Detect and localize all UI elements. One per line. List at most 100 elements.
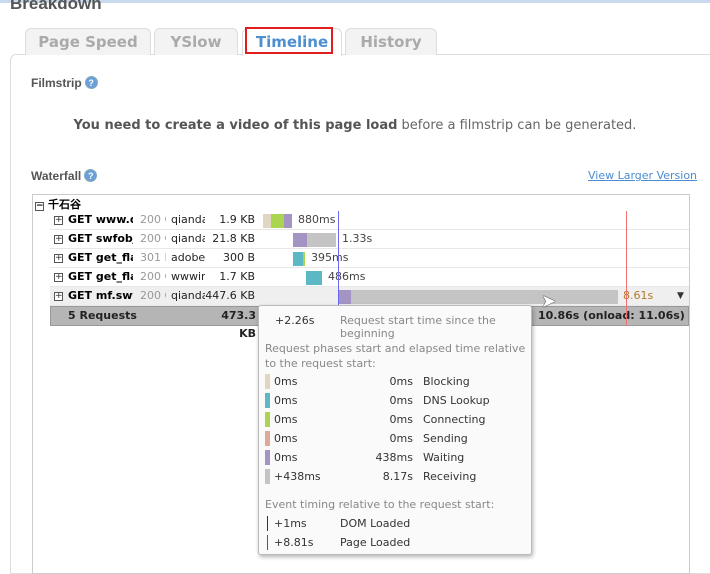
table-row[interactable]: + GET get_flashplayer 301 Moved adobe.co… [50,249,689,268]
page-title: Breakdown [10,0,102,13]
phase-start: +438ms [274,470,321,483]
request-size: 447.6 KB [205,289,255,302]
waiting-bar [339,290,351,304]
request-time: 486ms [328,270,366,283]
color-swatch [265,431,270,446]
request-url: GET get_flashplayer [68,270,133,283]
table-row[interactable]: + GET www.qiandarentaskmf 200 OK qiandar… [50,211,689,230]
tab-history[interactable]: History [345,28,437,55]
filmstrip-heading: Filmstrip? [31,76,98,90]
phase-elapsed: 8.17s [382,470,413,483]
request-size: 21.8 KB [212,232,255,245]
event-page-loaded: +8.81s Page Loaded [265,533,530,552]
phase-name: Blocking [423,375,470,388]
phase-name: Receiving [423,470,477,483]
waiting-bar [284,214,292,228]
request-status: 301 Moved [140,251,166,264]
event-name: Page Loaded [340,536,411,549]
phases-title: Request phases start and elapsed time re… [265,342,526,370]
event-time: +8.81s [274,536,314,549]
request-status: 200 OK [140,289,166,302]
phase-start: 0ms [274,432,298,445]
phase-name: Waiting [423,451,465,464]
table-row[interactable]: + GET get_flashplayer 200 OK wwwimages 1… [50,268,689,287]
color-swatch [265,374,270,389]
dropdown-arrow-icon[interactable]: ▼ [677,287,684,305]
phase-elapsed: 438ms [375,451,413,464]
request-domain: qiandarentask [171,289,205,302]
event-dom-loaded: +1ms DOM Loaded [265,514,530,533]
request-domain: adobe.com [171,251,205,264]
blocking-bar [263,214,271,228]
phase-name: Sending [423,432,468,445]
tab-yslow[interactable]: YSlow [154,28,238,55]
receiving-bar [351,290,618,304]
color-swatch [265,469,270,484]
expand-icon[interactable]: + [54,273,63,282]
request-url: GET www.qiandarentaskmf [68,213,133,226]
phase-blocking: 0ms 0ms Blocking [265,372,530,391]
start-time: +2.26s [275,314,315,327]
filmstrip-message: You need to create a video of this page … [0,118,710,133]
group-label: 千石谷 [48,198,81,211]
tab-page-speed[interactable]: Page Speed [25,28,151,55]
request-url: GET swfobject.js [68,232,133,245]
filmstrip-label: Filmstrip [31,76,82,90]
collapse-icon[interactable]: − [35,202,44,211]
summary-time: 10.86s (onload: 11.06s) [538,309,685,322]
request-time: 8.61s [623,289,654,302]
phase-elapsed: 0ms [389,432,413,445]
waterfall-heading: Waterfall? [31,169,98,183]
help-icon[interactable]: ? [84,76,98,89]
waterfall-label: Waterfall [31,169,82,183]
connecting-bar [303,252,305,266]
waiting-bar [293,233,307,247]
summary-size: 473.3 KB [221,309,256,340]
phase-start: 0ms [274,375,298,388]
event-marker [267,535,268,550]
request-status: 200 OK [140,232,166,245]
start-desc: Request start time since the beginning [340,314,496,340]
request-status: 200 OK [140,270,166,283]
view-larger-link[interactable]: View Larger Version [588,169,697,182]
dom-loaded-line [338,211,339,306]
expand-icon[interactable]: + [54,216,63,225]
request-domain: qiandarentask [171,213,205,226]
request-status: 200 OK [140,213,166,226]
expand-icon[interactable]: + [54,292,63,301]
color-swatch [265,393,270,408]
phase-elapsed: 0ms [389,375,413,388]
expand-icon[interactable]: + [54,235,63,244]
mouse-cursor-icon: ➤ [541,291,557,312]
highlight-box [245,27,333,54]
phase-receiving: +438ms 8.17s Receiving [265,467,530,486]
table-row[interactable]: + GET swfobject.js 200 OK qiandarentask … [50,230,689,249]
phase-start: 0ms [274,394,298,407]
help-icon[interactable]: ? [84,169,98,182]
request-time: 395ms [311,251,349,264]
phase-dns: 0ms 0ms DNS Lookup [265,391,530,410]
group-row[interactable]: − 千石谷 [35,196,81,212]
phase-elapsed: 0ms [389,413,413,426]
color-swatch [265,412,270,427]
phase-connecting: 0ms 0ms Connecting [265,410,530,429]
dns-bar [293,252,303,266]
top-border [0,0,710,3]
message-rest: before a filmstrip can be generated. [397,118,637,133]
request-size: 1.9 KB [219,213,255,226]
summary-requests: 5 Requests [68,309,137,322]
phase-name: DNS Lookup [423,394,490,407]
phase-name: Connecting [423,413,486,426]
request-time: 1.33s [342,232,373,245]
phase-sending: 0ms 0ms Sending [265,429,530,448]
request-domain: qiandarentask [171,232,205,245]
expand-icon[interactable]: + [54,254,63,263]
table-row[interactable]: + GET mf.swf 200 OK qiandarentask 447.6 … [50,287,689,306]
connecting-bar [271,214,284,228]
phase-start: 0ms [274,413,298,426]
phase-start: 0ms [274,451,298,464]
request-url: GET get_flashplayer [68,251,133,264]
request-tooltip: +2.26s Request start time since the begi… [258,305,532,555]
request-time: 880ms [298,213,336,226]
request-size: 300 B [222,251,255,264]
